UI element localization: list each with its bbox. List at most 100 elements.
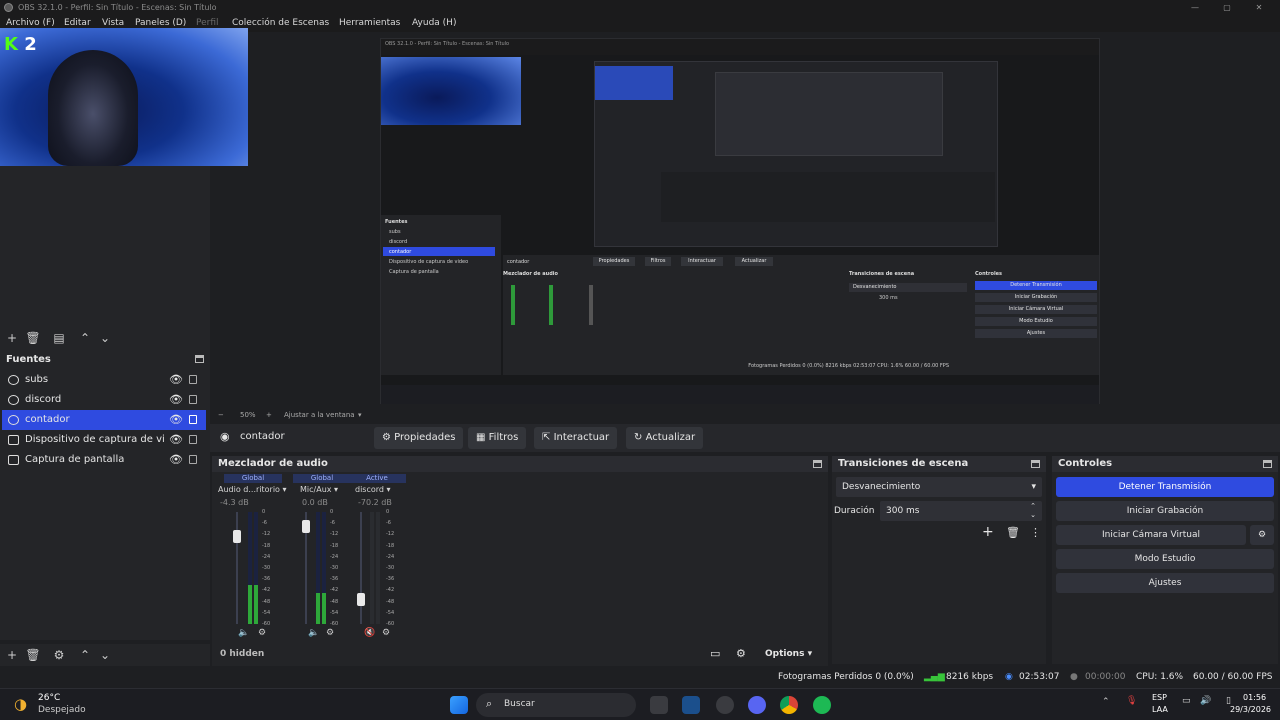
lock-icon[interactable] xyxy=(189,395,197,404)
move-down-icon[interactable]: ⌄ xyxy=(96,646,114,664)
db-tick-label: -36 xyxy=(262,576,271,582)
volume-fader[interactable] xyxy=(302,512,310,624)
visibility-eye-icon[interactable]: 👁 xyxy=(169,370,183,390)
refresh-button[interactable]: ↻ Actualizar xyxy=(626,427,704,449)
obs-icon[interactable] xyxy=(716,696,734,714)
scenes-toolbar: + 🗑 ▤ ⌃ ⌄ xyxy=(0,326,210,350)
filters-button[interactable]: ▦ Filtros xyxy=(468,427,527,449)
gear-icon[interactable]: ⚙ xyxy=(1250,525,1274,545)
studio-mode-button[interactable]: Modo Estudio xyxy=(1056,549,1274,569)
settings-button[interactable]: Ajustes xyxy=(1056,573,1274,593)
add-icon[interactable]: + xyxy=(3,646,21,664)
visibility-eye-icon[interactable]: 👁 xyxy=(169,450,183,470)
visibility-eye-icon[interactable]: 👁 xyxy=(169,430,183,450)
channel-db: 0.0 dB xyxy=(302,498,328,507)
start-recording-button[interactable]: Iniciar Grabación xyxy=(1056,501,1274,521)
source-item-subs[interactable]: subs 👁 xyxy=(2,370,206,390)
duration-label: Duración xyxy=(834,506,875,516)
lock-icon[interactable] xyxy=(189,455,197,464)
microphone-icon[interactable]: 🎙 xyxy=(1126,696,1137,706)
network-icon[interactable]: ▭ xyxy=(1182,696,1191,706)
trash-icon[interactable]: 🗑 xyxy=(24,646,42,664)
zoom-mode-select[interactable]: Ajustar a la ventana xyxy=(284,408,355,422)
gear-icon[interactable]: ⚙ xyxy=(50,646,68,664)
source-item-contador[interactable]: contador 👁 xyxy=(2,410,206,430)
undock-icon[interactable] xyxy=(813,460,822,468)
volume-fader[interactable] xyxy=(233,512,241,624)
menu-help[interactable]: Ayuda (H) xyxy=(412,15,456,32)
trash-icon[interactable]: 🗑 xyxy=(24,329,42,347)
weather-icon[interactable]: ◑ xyxy=(14,695,27,713)
undock-icon[interactable] xyxy=(1031,460,1040,468)
taskbar-search[interactable]: ⌕ Buscar xyxy=(476,693,636,717)
lang-indicator[interactable]: ESP xyxy=(1152,693,1167,702)
volume-fader[interactable] xyxy=(357,512,365,624)
minimize-button[interactable]: — xyxy=(1180,0,1210,15)
zoom-out-button[interactable]: − xyxy=(218,408,224,422)
menu-tools[interactable]: Herramientas xyxy=(339,15,400,32)
monitor-icon xyxy=(8,455,19,465)
maximize-button[interactable]: ▢ xyxy=(1212,0,1242,15)
lock-icon[interactable] xyxy=(189,375,197,384)
visibility-eye-icon[interactable]: 👁 xyxy=(169,410,183,430)
clock-date[interactable]: 29/3/2026 xyxy=(1230,705,1271,714)
stop-streaming-button[interactable]: Detener Transmisión xyxy=(1056,477,1274,497)
discord-icon[interactable] xyxy=(748,696,766,714)
gear-icon[interactable]: ⚙ xyxy=(258,628,266,638)
interact-button[interactable]: ⇱ Interactuar xyxy=(534,427,618,449)
channel-name[interactable]: Mic/Aux ▾ xyxy=(300,485,338,494)
source-item-discord[interactable]: discord 👁 xyxy=(2,390,206,410)
duration-input[interactable]: 300 ms ⌃ ⌄ xyxy=(880,501,1042,521)
chevron-down-icon[interactable]: ▾ xyxy=(358,408,362,422)
sources-title: Fuentes xyxy=(6,354,51,365)
properties-button[interactable]: ⚙ Propiedades xyxy=(374,427,464,449)
lock-icon[interactable] xyxy=(189,415,197,424)
trash-icon[interactable]: 🗑 xyxy=(1006,526,1020,539)
steam-icon[interactable] xyxy=(682,696,700,714)
db-tick-label: -6 xyxy=(386,520,391,526)
source-item-screen-capture[interactable]: Captura de pantalla 👁 xyxy=(2,450,206,470)
undock-icon[interactable] xyxy=(195,355,204,363)
zoom-in-button[interactable]: + xyxy=(266,408,272,422)
move-up-icon[interactable]: ⌃ xyxy=(76,646,94,664)
add-icon[interactable]: + xyxy=(982,524,994,540)
start-virtual-camera-button[interactable]: Iniciar Cámara Virtual xyxy=(1056,525,1246,545)
spotify-icon[interactable] xyxy=(813,696,831,714)
stepper-icon[interactable]: ⌃ ⌄ xyxy=(1030,502,1036,520)
move-up-icon[interactable]: ⌃ xyxy=(76,329,94,347)
more-options-icon[interactable]: ⋮ xyxy=(1030,526,1041,539)
close-button[interactable]: ✕ xyxy=(1244,0,1274,15)
volume-icon[interactable]: 🔊 xyxy=(1200,696,1211,706)
advanced-settings-icon[interactable]: ⚙ xyxy=(736,647,746,660)
layout-icon[interactable]: ▭ xyxy=(710,647,720,660)
layout-indicator[interactable]: LAA xyxy=(1152,705,1168,714)
channel-name[interactable]: Audio d...ritorio ▾ xyxy=(218,485,287,494)
source-item-video-capture[interactable]: Dispositivo de captura de video 👁 xyxy=(2,430,206,450)
filter-icon[interactable]: ▤ xyxy=(50,329,68,347)
gear-icon[interactable]: ⚙ xyxy=(382,628,390,638)
move-down-icon[interactable]: ⌄ xyxy=(96,329,114,347)
channel-tag: Global xyxy=(224,474,282,483)
task-view-icon[interactable] xyxy=(650,696,668,714)
chevron-up-icon[interactable]: ⌃ xyxy=(1102,697,1110,707)
db-tick-label: -30 xyxy=(262,565,271,571)
speaker-icon[interactable]: 🔈 xyxy=(238,628,249,638)
gear-icon[interactable]: ⚙ xyxy=(326,628,334,638)
chrome-icon[interactable] xyxy=(780,696,798,714)
transition-select[interactable]: Desvanecimiento ▾ xyxy=(836,477,1042,497)
weather-temp[interactable]: 26°C xyxy=(38,693,60,703)
add-icon[interactable]: + xyxy=(3,329,21,347)
visibility-eye-icon[interactable]: 👁 xyxy=(169,390,183,410)
weather-desc[interactable]: Despejado xyxy=(38,705,86,715)
fps: 60.00 / 60.00 FPS xyxy=(1193,672,1273,682)
speaker-icon[interactable]: 🔈 xyxy=(308,628,319,638)
db-tick-label: -48 xyxy=(386,599,395,605)
windows-start-icon[interactable] xyxy=(450,696,468,714)
undock-icon[interactable] xyxy=(1263,460,1272,468)
channel-name[interactable]: discord ▾ xyxy=(355,485,391,494)
db-tick-label: -18 xyxy=(262,543,271,549)
mixer-options-button[interactable]: Options ▾ xyxy=(765,649,812,659)
clock-time[interactable]: 01:56 xyxy=(1243,693,1266,702)
lock-icon[interactable] xyxy=(189,435,197,444)
muted-speaker-icon[interactable]: 🔇 xyxy=(364,628,375,638)
